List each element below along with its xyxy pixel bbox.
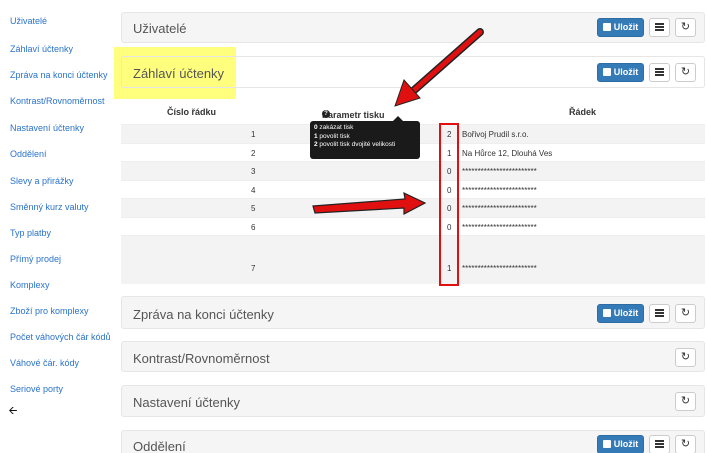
annotation-arrow-top [394, 28, 484, 107]
annotation-arrows [312, 28, 484, 215]
annotation-arrow-middle [312, 191, 427, 215]
